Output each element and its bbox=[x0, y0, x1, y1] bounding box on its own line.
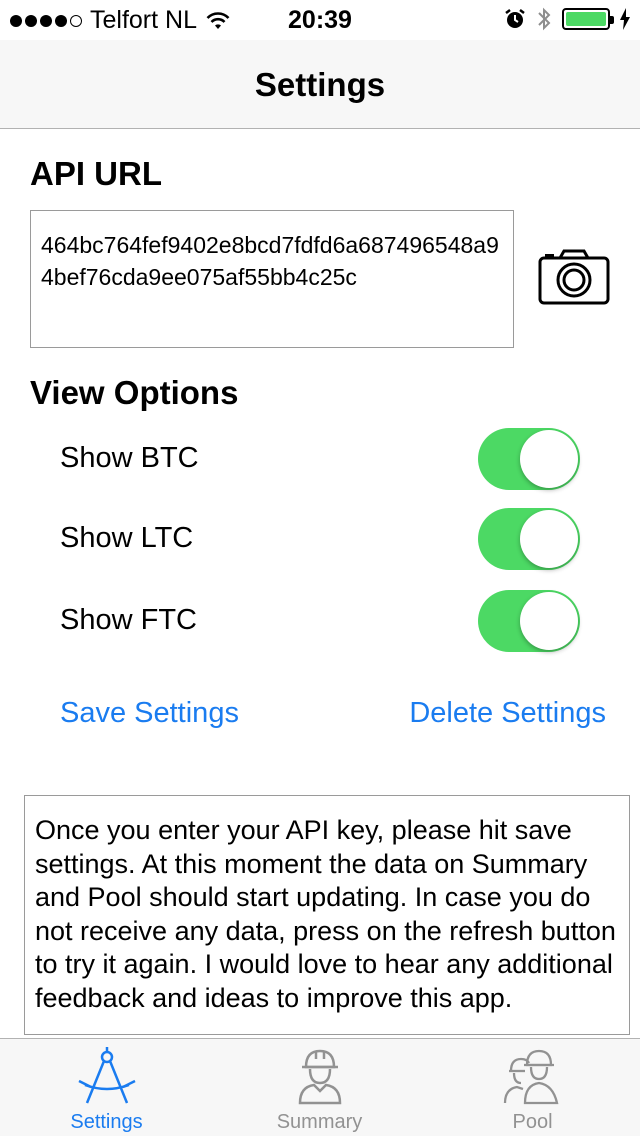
show-ftc-toggle[interactable] bbox=[478, 590, 580, 652]
tab-summary[interactable]: Summary bbox=[213, 1039, 426, 1136]
tab-bar: Settings Summary Pool bbox=[0, 1038, 640, 1136]
show-btc-label: Show BTC bbox=[60, 442, 199, 474]
status-bar: Telfort NL 20:39 bbox=[0, 0, 640, 40]
alarm-clock-icon bbox=[505, 9, 525, 28]
bluetooth-icon bbox=[538, 7, 551, 31]
compass-icon bbox=[77, 1047, 136, 1104]
api-url-heading: API URL bbox=[30, 155, 162, 192]
option-row-ltc: Show LTC bbox=[60, 508, 580, 572]
camera-icon[interactable] bbox=[538, 248, 610, 306]
show-ltc-toggle[interactable] bbox=[478, 508, 580, 570]
miners-group-icon bbox=[503, 1049, 558, 1105]
battery-icon bbox=[562, 8, 614, 30]
save-settings-button[interactable]: Save Settings bbox=[60, 697, 239, 730]
page-title: Settings bbox=[254, 66, 386, 103]
show-ltc-label: Show LTC bbox=[60, 522, 194, 554]
delete-settings-button[interactable]: Delete Settings bbox=[409, 697, 606, 730]
show-ftc-label: Show FTC bbox=[60, 604, 197, 636]
tab-pool[interactable]: Pool bbox=[426, 1039, 639, 1136]
tab-settings[interactable]: Settings bbox=[0, 1039, 213, 1136]
tab-pool-label: Pool bbox=[512, 1111, 553, 1133]
navigation-bar: Settings bbox=[0, 40, 640, 129]
show-btc-toggle[interactable] bbox=[478, 428, 580, 490]
miner-icon bbox=[298, 1049, 341, 1105]
option-row-btc: Show BTC bbox=[60, 428, 580, 492]
status-right bbox=[504, 6, 630, 32]
view-options-heading: View Options bbox=[30, 374, 239, 411]
info-text-view[interactable]: Once you enter your API key, please hit … bbox=[24, 795, 630, 1035]
tab-summary-label: Summary bbox=[276, 1111, 363, 1133]
tab-settings-label: Settings bbox=[70, 1111, 143, 1133]
option-row-ftc: Show FTC bbox=[60, 590, 580, 654]
api-url-input[interactable]: 464bc764fef9402e8bcd7fdfd6a687496548a94b… bbox=[30, 210, 514, 348]
charging-bolt-icon bbox=[620, 8, 630, 30]
